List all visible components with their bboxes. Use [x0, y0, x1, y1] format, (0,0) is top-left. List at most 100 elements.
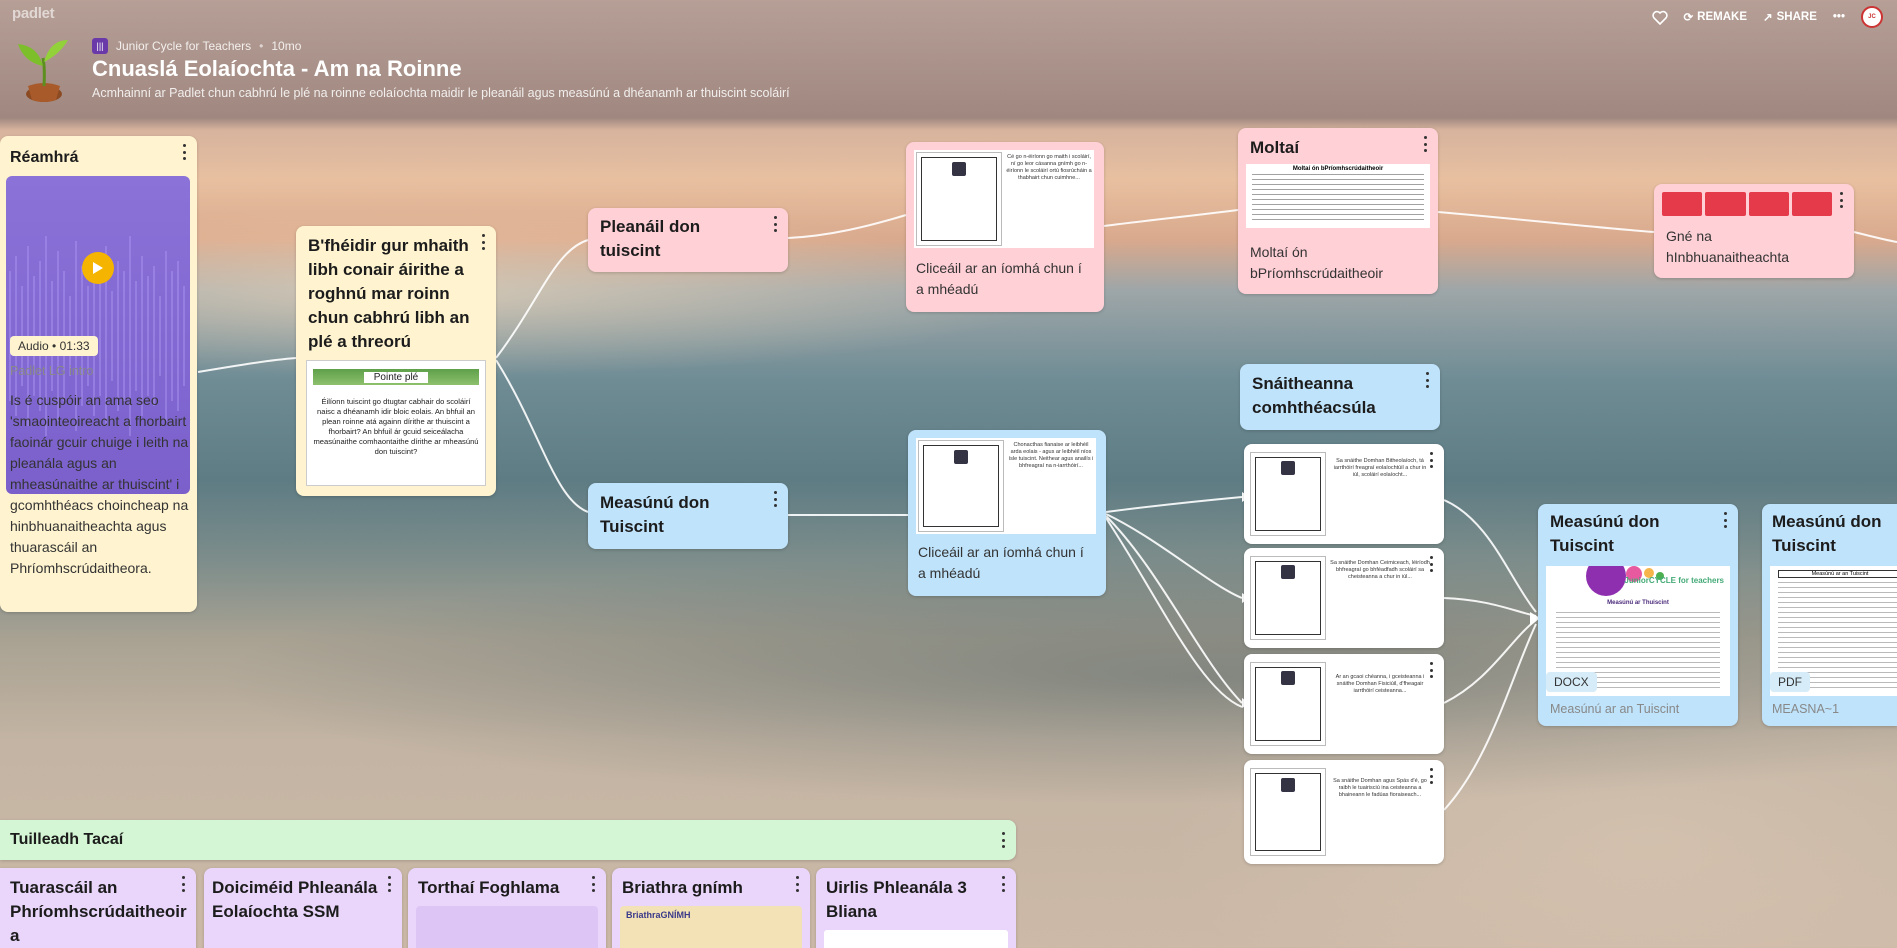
- separator-dot: •: [259, 39, 264, 53]
- audio-badge: Audio • 01:33: [10, 336, 98, 356]
- document-thumbnail[interactable]: Chonacthas fianaise ar leibhéil arda eol…: [916, 438, 1096, 534]
- card-title: Measúnú don Tuiscint: [1550, 512, 1660, 555]
- share-button[interactable]: ↗ SHARE: [1763, 10, 1817, 24]
- card-menu-icon[interactable]: [1422, 372, 1432, 388]
- owner-avatar-icon[interactable]: |||: [92, 38, 108, 54]
- card-snaitheanna[interactable]: Snáitheanna comhthéacsúla: [1240, 364, 1440, 430]
- card-moltai[interactable]: Moltaí Moltaí ón bPríomhscrúdaitheoir Mo…: [1238, 128, 1438, 294]
- card-measunu-pdf[interactable]: Measúnú don Tuiscint Measúnú ar an Tuisc…: [1762, 504, 1897, 726]
- card-caption: Cliceáil ar an íomhá chun í a mhéadú: [916, 260, 1082, 297]
- card-snaithe-doc[interactable]: Ar an gcaoi chéanna, i gceisteanna i sná…: [1244, 654, 1444, 754]
- card-caption: Gné na hInbhuanaitheachta: [1666, 228, 1789, 265]
- card-snaithe-doc[interactable]: Sa snáithe Domhan agus Spás d'é, go raib…: [1244, 760, 1444, 864]
- play-icon[interactable]: [82, 252, 114, 284]
- plant-logo-icon: [18, 40, 68, 102]
- user-avatar[interactable]: JC: [1861, 6, 1883, 28]
- section-title: Tuilleadh Tacaí: [10, 831, 124, 848]
- thumb-title: BriathraGNÍMH: [626, 910, 691, 920]
- doc-title: Measúnú ar Thuiscint: [1607, 600, 1669, 606]
- card-menu-icon[interactable]: [384, 876, 394, 892]
- owner-row: ||| Junior Cycle for Teachers • 10mo: [92, 38, 301, 54]
- document-thumbnail[interactable]: Moltaí ón bPríomhscrúdaitheoir: [1246, 164, 1430, 228]
- audio-label: Audio: [18, 339, 49, 353]
- card-caption: Moltaí ón bPríomhscrúdaitheoir: [1250, 244, 1384, 281]
- card-bfheidir[interactable]: B'fhéidir gur mhaith libh conair áirithe…: [296, 226, 496, 496]
- card-menu-icon[interactable]: [792, 876, 802, 892]
- doc-cover: [1250, 768, 1326, 856]
- section-tuilleadh-tacai[interactable]: Tuilleadh Tacaí: [0, 820, 1016, 860]
- post-age: 10mo: [271, 39, 302, 53]
- card-title: Briathra gnímh: [622, 878, 743, 897]
- heart-icon[interactable]: [1651, 10, 1668, 25]
- card-title: Tuarascáil an Phríomhscrúdaitheoir a: [10, 878, 187, 945]
- image-placeholder[interactable]: [416, 906, 598, 948]
- card-title: Snáitheanna comhthéacsúla: [1252, 374, 1376, 417]
- image-thumbnail[interactable]: BriathraGNÍMH: [620, 906, 802, 948]
- doc-text: Sa snáithe Domhan Bitheolaíoch, tá iarrt…: [1333, 458, 1427, 478]
- card-title: Doiciméid Phleanála Eolaíochta SSM: [212, 878, 378, 921]
- card-menu-icon[interactable]: [770, 216, 780, 232]
- card-caption: Cliceáil ar an íomhá chun í a mhéadú: [918, 544, 1084, 581]
- doc-title: Measúnú ar an Tuiscint: [1778, 570, 1897, 578]
- doc-cover: [918, 440, 1004, 532]
- card-caption: Measúnú ar an Tuiscint: [1550, 702, 1680, 716]
- card-briathra-gnimh[interactable]: Briathra gnímh BriathraGNÍMH: [612, 868, 810, 948]
- page-title: Cnuaslá Eolaíochta - Am na Roinne: [92, 56, 462, 81]
- more-options-icon[interactable]: •••: [1833, 11, 1845, 23]
- card-title: Measúnú don Tuiscint: [1772, 512, 1882, 555]
- remake-label: REMAKE: [1697, 11, 1747, 23]
- card-measunu-docx[interactable]: Measúnú don Tuiscint JuniorCYCLE for tea…: [1538, 504, 1738, 726]
- card-measunu-tuiscint[interactable]: Measúnú don Tuiscint: [588, 483, 788, 549]
- owner-name[interactable]: Junior Cycle for Teachers: [116, 39, 251, 53]
- doc-cover: [1250, 662, 1326, 746]
- share-label: SHARE: [1776, 11, 1817, 23]
- card-menu-icon[interactable]: [178, 876, 188, 892]
- remake-icon: ⟳: [1683, 12, 1694, 24]
- doc-text: Ar an gcaoi chéanna, i gceisteanna i sná…: [1335, 674, 1425, 694]
- card-doiciméid[interactable]: Doiciméid Phleanála Eolaíochta SSM: [204, 868, 402, 948]
- doc-text: Chonacthas fianaise ar leibhéil arda eol…: [1008, 442, 1094, 469]
- card-menu-icon[interactable]: [1720, 512, 1730, 528]
- card-pleanail[interactable]: Pleanáil don tuiscint: [588, 208, 788, 272]
- card-caption: MEASNA~1: [1772, 702, 1840, 716]
- card-menu-icon[interactable]: [998, 876, 1008, 892]
- audio-name: Padlet LG intro: [10, 364, 94, 378]
- card-title: Réamhrá: [10, 149, 79, 166]
- card-menu-icon[interactable]: [1836, 192, 1846, 208]
- card-uirlis-phleanala[interactable]: Uirlis Phleanála 3 Bliana: [816, 868, 1016, 948]
- doc-text: Cé go n-éiríonn go maith i scoláirí, ní …: [1006, 154, 1092, 181]
- card-title: Moltaí: [1250, 138, 1300, 157]
- card-snaithe-doc[interactable]: Sa snáithe Domhan Ceimiceach, léiríodh b…: [1244, 548, 1444, 648]
- card-cliceail-1[interactable]: Cé go n-éiríonn go maith i scoláirí, ní …: [906, 142, 1104, 312]
- card-body: Is é cuspóir an ama seo 'smaointeoireach…: [10, 392, 189, 576]
- card-gne-inbhuanaitheachta[interactable]: Gné na hInbhuanaitheachta: [1654, 184, 1854, 278]
- card-menu-icon[interactable]: [478, 234, 488, 250]
- thumb-text: Éilíonn tuiscint go dtugtar cabhair do s…: [313, 397, 479, 456]
- image-thumbnail[interactable]: [1662, 192, 1832, 216]
- doc-text: Sa snáithe Domhan Ceimiceach, léiríodh b…: [1330, 560, 1430, 580]
- card-snaithe-doc[interactable]: Sa snáithe Domhan Bitheolaíoch, tá iarrt…: [1244, 444, 1444, 544]
- section-menu-icon[interactable]: [998, 832, 1008, 848]
- card-reamhra[interactable]: Réamhrá Audio • 01:33 Padlet LG intro Is…: [0, 136, 197, 612]
- header-actions: ⟳ REMAKE ↗ SHARE ••• JC: [1651, 6, 1883, 28]
- card-menu-icon[interactable]: [770, 491, 780, 507]
- card-menu-icon[interactable]: [1420, 136, 1430, 152]
- card-tuarascail[interactable]: Tuarascáil an Phríomhscrúdaitheoir a: [0, 868, 196, 948]
- padlet-logo-text[interactable]: padlet: [12, 5, 55, 22]
- doc-heading: Moltaí ón bPríomhscrúdaitheoir: [1292, 166, 1384, 172]
- remake-button[interactable]: ⟳ REMAKE: [1684, 10, 1747, 24]
- page-subtitle: Acmhainní ar Padlet chun cabhrú le plé n…: [92, 86, 790, 100]
- audio-duration: 01:33: [59, 339, 90, 353]
- document-thumbnail[interactable]: [824, 930, 1008, 948]
- card-torthai-foghlama[interactable]: Torthaí Foghlama: [408, 868, 606, 948]
- card-cliceail-2[interactable]: Chonacthas fianaise ar leibhéil arda eol…: [908, 430, 1106, 596]
- header: padlet ||| Junior Cycle for Teachers • 1…: [0, 0, 1897, 118]
- thumb-heading: Pointe plé: [363, 371, 429, 383]
- file-type-badge: PDF: [1770, 672, 1810, 692]
- card-menu-icon[interactable]: [588, 876, 598, 892]
- card-menu-icon[interactable]: [179, 144, 189, 160]
- card-title: Torthaí Foghlama: [418, 878, 560, 897]
- discussion-thumbnail[interactable]: Pointe plé Éilíonn tuiscint go dtugtar c…: [306, 360, 486, 486]
- document-thumbnail[interactable]: Cé go n-éiríonn go maith i scoláirí, ní …: [914, 150, 1094, 248]
- doc-brand: JuniorCYCLE for teachers: [1624, 576, 1724, 585]
